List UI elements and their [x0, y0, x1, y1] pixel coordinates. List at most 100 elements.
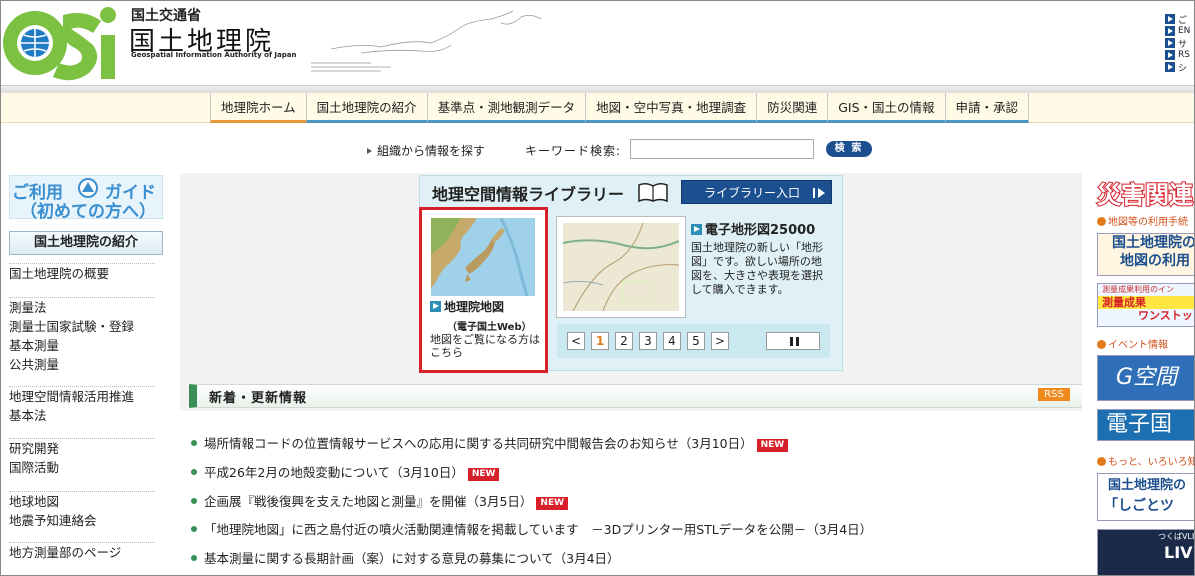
- search-row: 組織から情報を探す キーワード検索: 検 索: [1, 137, 1194, 161]
- bullet-icon: [191, 440, 197, 446]
- sidebar-group: 研究開発 国際活動: [9, 438, 155, 477]
- arrow-icon: [1165, 38, 1175, 48]
- bullet-icon: [191, 555, 197, 561]
- org-name-en: Geospatial Information Authority of Japa…: [131, 51, 297, 59]
- card1-title: 地理院地図: [444, 300, 505, 314]
- news-item[interactable]: 場所情報コードの位置情報サービスへの応用に関する共同研究中間報告会のお知らせ（3…: [191, 433, 789, 452]
- sidebar-link[interactable]: 基本法: [9, 406, 155, 425]
- sidebar-link[interactable]: 地球地図: [9, 492, 155, 511]
- top-utility-links: ご EN サ RS シ: [1165, 13, 1190, 74]
- news-item[interactable]: 基本測量に関する長期計画（案）に対する意見の募集について（3月4日）: [191, 548, 620, 567]
- sidebar-link[interactable]: 基本測量: [9, 336, 155, 355]
- library-title: 地理空間情報ライブラリー: [432, 185, 625, 204]
- nav-about[interactable]: 国土地理院の紹介: [305, 93, 427, 123]
- sidebar-link[interactable]: 地理空間情報活用推進: [9, 387, 155, 406]
- arrow-icon: [813, 188, 815, 198]
- right-section-label: もっと、いろいろ知: [1097, 453, 1194, 468]
- guide-mark-icon: [78, 178, 98, 198]
- chiriin-map-card[interactable]: 地理院地図 （電子国土Web） 地図をご覧になる方はこちら: [419, 207, 548, 373]
- sidebar-group: 国土地理院の概要: [9, 263, 155, 283]
- search-button[interactable]: 検 索: [826, 141, 872, 157]
- top-link[interactable]: RS: [1165, 49, 1190, 61]
- card1-subtitle: （電子国土Web）: [447, 322, 532, 333]
- triangle-right-icon: [367, 148, 372, 154]
- news-item[interactable]: 平成26年2月の地殻変動について（3月10日） NEW: [191, 462, 500, 481]
- news-item[interactable]: 「地理院地図」に西之島付近の噴火活動関連情報を掲載しています －3Dプリンター用…: [191, 519, 872, 538]
- sidebar-link[interactable]: 公共測量: [9, 355, 155, 374]
- japan-map-thumbnail: [431, 218, 535, 296]
- guide-banner-subtext: （初めての方へ）: [20, 202, 156, 222]
- arrow-icon: [1165, 62, 1175, 72]
- site-header: 国土交通省 国土地理院 Geospatial Information Autho…: [1, 1, 1194, 85]
- header-divider: [1, 85, 1194, 93]
- topo-map-thumbnail-card[interactable]: [556, 216, 686, 318]
- sidebar-link[interactable]: 測量士国家試験・登録: [9, 317, 155, 336]
- bullet-icon: [191, 498, 197, 504]
- sidebar-link[interactable]: 国土地理院の概要: [9, 264, 155, 283]
- g-space-banner[interactable]: G空間: [1097, 355, 1194, 401]
- rss-button[interactable]: RSS: [1038, 388, 1070, 401]
- nav-applications[interactable]: 申請・承認: [944, 93, 1030, 123]
- denshi-kokudo-banner[interactable]: 電子国: [1097, 409, 1194, 441]
- sidebar-link[interactable]: 研究開発: [9, 439, 155, 458]
- sidebar-group: 地方測量部のページ: [9, 542, 155, 562]
- sidebar-group: 地球地図 地震予知連絡会: [9, 491, 155, 530]
- right-section-label: 地図等の利用手続: [1097, 213, 1188, 228]
- top-link[interactable]: EN: [1165, 25, 1190, 37]
- nav-maps-photos[interactable]: 地図・空中写真・地理調査: [585, 93, 757, 123]
- org-search-link[interactable]: 組織から情報を探す: [367, 142, 485, 159]
- disaster-info-banner[interactable]: 災害関連: [1096, 175, 1194, 210]
- card1-description: 地図をご覧になる方はこちら: [430, 333, 540, 359]
- sidebar-link[interactable]: 測量法: [9, 298, 155, 317]
- nav-geodetic-data[interactable]: 基準点・測地観測データ: [426, 93, 586, 123]
- card2-title[interactable]: 電子地形図25000: [705, 223, 815, 238]
- pager-page-2[interactable]: 2: [615, 332, 633, 350]
- chevron-down-icon: [1097, 217, 1106, 226]
- pager-page-4[interactable]: 4: [663, 332, 681, 350]
- chevron-down-icon: [1097, 457, 1106, 466]
- book-icon: [638, 182, 668, 203]
- top-link[interactable]: サ: [1165, 37, 1190, 50]
- bullet-icon: [191, 526, 197, 532]
- arrow-icon: [1165, 26, 1175, 36]
- user-guide-banner[interactable]: ご利用 ガイド （初めての方へ）: [9, 175, 163, 222]
- news-header: [189, 384, 1082, 408]
- card2-description: 国土地理院の新しい「地形図」です。欲しい場所の地図を、大きさや表現を選択して購入…: [691, 241, 823, 296]
- carousel-pager: < 1 2 3 4 5 >: [557, 324, 830, 358]
- pager-next-button[interactable]: >: [711, 332, 729, 350]
- news-item[interactable]: 企画展『戦後復興を支えた地図と測量』を開催（3月5日） NEW: [191, 491, 569, 510]
- keyword-search-input[interactable]: [630, 139, 814, 159]
- new-badge: NEW: [536, 497, 569, 510]
- sidebar-link[interactable]: 国際活動: [9, 458, 155, 477]
- vlbi-live-banner[interactable]: つくばVLB LIV: [1097, 529, 1194, 575]
- pause-icon[interactable]: [766, 332, 820, 350]
- arrow-icon: [1165, 14, 1175, 24]
- arrow-icon: [1165, 50, 1175, 60]
- pager-page-5[interactable]: 5: [687, 332, 705, 350]
- pager-page-3[interactable]: 3: [639, 332, 657, 350]
- gsi-logo[interactable]: [1, 1, 126, 85]
- keyword-label: キーワード検索:: [525, 144, 622, 158]
- onestop-banner[interactable]: 測量成果利用のイン 測量成果 ワンストップ: [1097, 283, 1194, 327]
- work-tools-banner[interactable]: 国土地理院の 「しごとツ: [1097, 473, 1194, 521]
- pager-prev-button[interactable]: <: [567, 332, 585, 350]
- left-sidebar: ご利用 ガイド （初めての方へ） 国土地理院の紹介 国土地理院の概要 測量法 測…: [1, 173, 171, 575]
- library-entry-button[interactable]: ライブラリー入口: [681, 180, 832, 204]
- top-link[interactable]: ご: [1165, 13, 1190, 26]
- nav-gis[interactable]: GIS・国土の情報: [827, 93, 945, 123]
- nav-disaster[interactable]: 防災関連: [756, 93, 828, 123]
- topo-map-thumbnail: [563, 223, 679, 311]
- page-frame: 国土交通省 国土地理院 Geospatial Information Autho…: [0, 0, 1195, 576]
- sidebar-link[interactable]: 地方測量部のページ: [9, 543, 155, 562]
- top-link[interactable]: シ: [1165, 61, 1190, 74]
- map-usage-banner[interactable]: 国土地理院の 地図の利用: [1097, 233, 1194, 276]
- new-badge: NEW: [756, 439, 789, 452]
- pager-page-1[interactable]: 1: [591, 332, 609, 350]
- sidebar-group: 地理空間情報活用推進 基本法: [9, 386, 155, 425]
- sidebar-link[interactable]: 地震予知連絡会: [9, 511, 155, 530]
- nav-home[interactable]: 地理院ホーム: [210, 93, 306, 123]
- japan-map-decoration: [311, 10, 542, 72]
- sidebar-group: 測量法 測量士国家試験・登録 基本測量 公共測量: [9, 297, 155, 374]
- global-nav: 地理院ホーム 国土地理院の紹介 基準点・測地観測データ 地図・空中写真・地理調査…: [1, 93, 1194, 123]
- chevron-down-icon: [1097, 340, 1106, 349]
